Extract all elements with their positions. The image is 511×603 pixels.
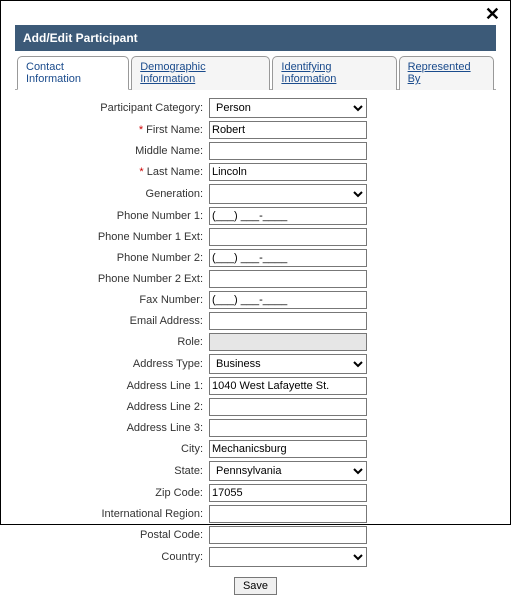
row-phone2ext: Phone Number 2 Ext: (19, 270, 492, 288)
row-addr2: Address Line 2: (19, 398, 492, 416)
tab-demographic-information[interactable]: Demographic Information (131, 56, 270, 90)
input-fax[interactable] (209, 291, 367, 309)
row-generation: Generation: (19, 184, 492, 204)
tab-represented-by[interactable]: Represented By (399, 56, 494, 90)
label-first-name: * First Name: (19, 124, 209, 136)
label-first-name-text: First Name: (146, 124, 203, 136)
row-addr1: Address Line 1: (19, 377, 492, 395)
row-phone1: Phone Number 1: (19, 207, 492, 225)
select-country[interactable] (209, 547, 367, 567)
input-phone2[interactable] (209, 249, 367, 267)
tab-contact-information[interactable]: Contact Information (17, 56, 129, 90)
select-generation[interactable] (209, 184, 367, 204)
label-addr1: Address Line 1: (19, 380, 209, 392)
save-row: Save (19, 577, 492, 595)
row-country: Country: (19, 547, 492, 567)
label-address-type: Address Type: (19, 358, 209, 370)
select-address-type[interactable]: Business (209, 354, 367, 374)
row-participant-category: Participant Category: Person (19, 98, 492, 118)
row-postal: Postal Code: (19, 526, 492, 544)
input-intl-region[interactable] (209, 505, 367, 523)
input-zip[interactable] (209, 484, 367, 502)
label-generation: Generation: (19, 188, 209, 200)
input-first-name[interactable] (209, 121, 367, 139)
tab-identifying-information[interactable]: Identifying Information (272, 56, 396, 90)
input-phone1[interactable] (209, 207, 367, 225)
row-intl-region: International Region: (19, 505, 492, 523)
label-last-name: * Last Name: (19, 166, 209, 178)
label-phone1: Phone Number 1: (19, 210, 209, 222)
dialog-container: ✕ Add/Edit Participant Contact Informati… (0, 0, 511, 525)
row-middle-name: Middle Name: (19, 142, 492, 160)
required-mark: * (139, 124, 143, 136)
row-phone2: Phone Number 2: (19, 249, 492, 267)
required-mark: * (139, 166, 143, 178)
label-middle-name: Middle Name: (19, 145, 209, 157)
label-phone1ext: Phone Number 1 Ext: (19, 231, 209, 243)
label-email: Email Address: (19, 315, 209, 327)
row-email: Email Address: (19, 312, 492, 330)
row-first-name: * First Name: (19, 121, 492, 139)
input-postal[interactable] (209, 526, 367, 544)
label-phone2: Phone Number 2: (19, 252, 209, 264)
input-addr2[interactable] (209, 398, 367, 416)
row-addr3: Address Line 3: (19, 419, 492, 437)
dialog-title: Add/Edit Participant (15, 25, 496, 51)
label-city: City: (19, 443, 209, 455)
row-zip: Zip Code: (19, 484, 492, 502)
label-role: Role: (19, 336, 209, 348)
row-last-name: * Last Name: (19, 163, 492, 181)
label-country: Country: (19, 551, 209, 563)
label-addr2: Address Line 2: (19, 401, 209, 413)
label-phone2ext: Phone Number 2 Ext: (19, 273, 209, 285)
input-email[interactable] (209, 312, 367, 330)
input-phone2ext[interactable] (209, 270, 367, 288)
row-city: City: (19, 440, 492, 458)
input-last-name[interactable] (209, 163, 367, 181)
select-participant-category[interactable]: Person (209, 98, 367, 118)
label-postal: Postal Code: (19, 529, 209, 541)
row-address-type: Address Type: Business (19, 354, 492, 374)
row-state: State: Pennsylvania (19, 461, 492, 481)
label-addr3: Address Line 3: (19, 422, 209, 434)
label-state: State: (19, 465, 209, 477)
input-middle-name[interactable] (209, 142, 367, 160)
select-state[interactable]: Pennsylvania (209, 461, 367, 481)
label-last-name-text: Last Name: (147, 166, 203, 178)
input-addr3[interactable] (209, 419, 367, 437)
close-icon[interactable]: ✕ (485, 5, 500, 23)
label-fax: Fax Number: (19, 294, 209, 306)
tab-bar: Contact Information Demographic Informat… (15, 55, 496, 90)
row-role: Role: (19, 333, 492, 351)
label-participant-category: Participant Category: (19, 102, 209, 114)
save-button[interactable]: Save (234, 577, 277, 595)
label-intl-region: International Region: (19, 508, 209, 520)
input-addr1[interactable] (209, 377, 367, 395)
input-city[interactable] (209, 440, 367, 458)
field-role (209, 333, 367, 351)
row-phone1ext: Phone Number 1 Ext: (19, 228, 492, 246)
label-zip: Zip Code: (19, 487, 209, 499)
row-fax: Fax Number: (19, 291, 492, 309)
form-area: Participant Category: Person * First Nam… (15, 90, 496, 603)
input-phone1ext[interactable] (209, 228, 367, 246)
